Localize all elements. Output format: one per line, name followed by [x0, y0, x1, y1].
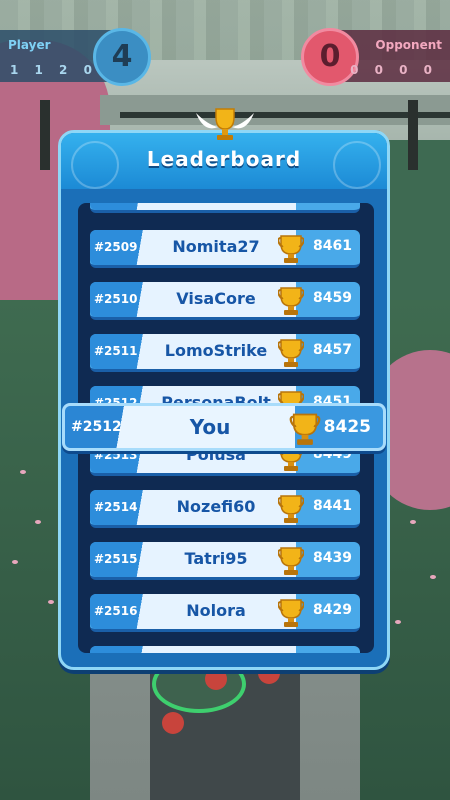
current-player-row: #2512 You 8425: [62, 403, 386, 451]
row-score: 8439: [313, 550, 352, 566]
ball: [205, 668, 227, 690]
opponent-label: Opponent: [375, 38, 442, 52]
leaderboard-row: [90, 203, 360, 213]
opponent-count: 0: [301, 28, 359, 86]
leaderboard-row: #2511 LomoStrike 8457: [90, 334, 360, 372]
leaderboard-row: #2515 Tatri95 8439: [90, 542, 360, 580]
leaderboard-row: #2510 VisaCore 8459: [90, 282, 360, 320]
leaderboard-row: #2509 Nomita27 8461: [90, 230, 360, 268]
petal: [12, 560, 18, 564]
trophy-icon: [277, 284, 305, 316]
player-count: 4: [93, 28, 151, 86]
row-rank: #2511: [94, 344, 138, 358]
petal: [430, 575, 436, 579]
trophy-icon: [277, 232, 305, 264]
row-player-name: VisaCore: [176, 289, 256, 308]
fence-post: [40, 100, 50, 170]
row-score: 8459: [313, 290, 352, 306]
row-rank: #2510: [94, 292, 138, 306]
fence-post: [408, 100, 418, 170]
petal: [48, 600, 54, 604]
row-score: 8441: [313, 498, 352, 514]
leaderboard-row: [90, 646, 360, 653]
petal: [20, 470, 26, 474]
current-player-name: You: [189, 415, 231, 439]
row-player-name: Nolora: [186, 601, 246, 620]
row-rank: #2514: [94, 500, 138, 514]
current-player-score: 8425: [323, 417, 371, 437]
row-player-name: Tatri95: [184, 549, 248, 568]
player-label: Player: [8, 38, 51, 52]
ball: [162, 712, 184, 734]
row-player-name: LomoStrike: [164, 341, 268, 360]
opponent-score-panel: 0 Opponent 0 0 0 0: [301, 28, 450, 86]
petal: [410, 520, 416, 524]
trophy-icon: [277, 336, 305, 368]
opponent-digits: 0 0 0 0: [350, 63, 438, 77]
row-score: 8461: [313, 238, 352, 254]
row-player-name: Nozefi60: [176, 497, 256, 516]
player-digits: 1 1 2 0: [10, 63, 98, 77]
leaderboard-row: #2516 Nolora 8429: [90, 594, 360, 632]
row-rank: #2516: [94, 604, 138, 618]
row-rank: #2515: [94, 552, 138, 566]
row-score: 8429: [313, 602, 352, 618]
trophy-icon: [277, 492, 305, 524]
player-score-panel: Player 1 1 2 0 4: [0, 28, 151, 86]
winged-trophy-icon: [196, 108, 254, 140]
trophy-icon: [277, 596, 305, 628]
petal: [395, 620, 401, 624]
trophy-icon: [277, 544, 305, 576]
row-score: 8457: [313, 342, 352, 358]
current-player-rank: #2512: [71, 419, 122, 435]
leaderboard-title: Leaderboard: [146, 147, 302, 171]
petal: [35, 520, 41, 524]
row-rank: #2509: [94, 240, 138, 254]
fence-rail: [120, 112, 450, 118]
row-player-name: Nomita27: [172, 237, 260, 256]
trophy-icon: [289, 410, 321, 446]
stone-wall: [100, 95, 450, 125]
leaderboard-row: #2514 Nozefi60 8441: [90, 490, 360, 528]
